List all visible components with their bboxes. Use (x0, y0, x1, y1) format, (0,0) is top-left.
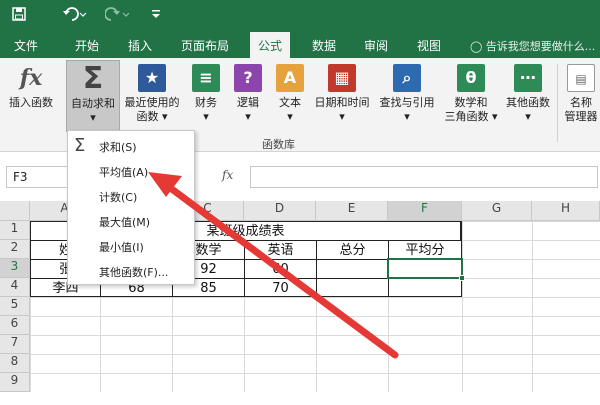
arrow-shaft (161, 180, 399, 359)
red-arrow-annotation (148, 172, 399, 359)
